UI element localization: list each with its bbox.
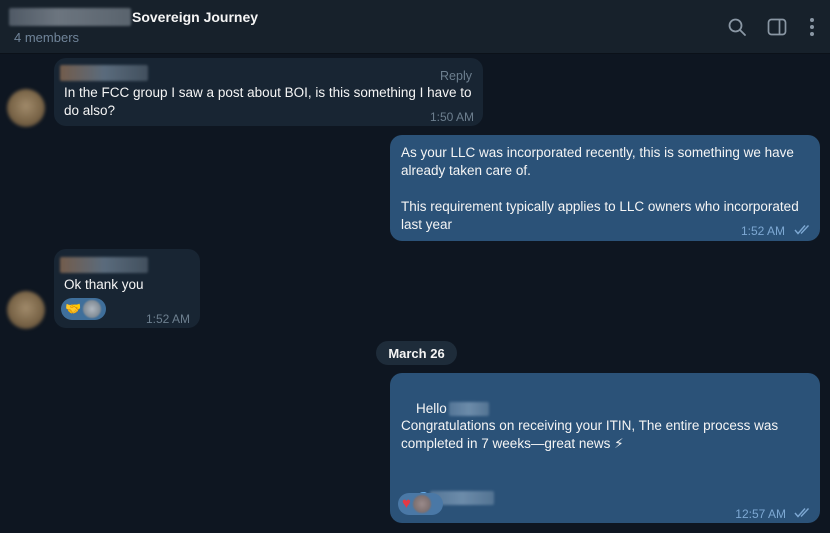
message-time: 1:52 AM [145, 312, 190, 326]
reactor-avatar [83, 300, 102, 318]
reply-button[interactable]: Reply [440, 67, 472, 85]
heart-icon: ♥ [402, 495, 411, 512]
message-bubble: Reply In the FCC group I saw a post abou… [54, 58, 483, 126]
member-count[interactable]: 4 members [14, 30, 79, 45]
redacted-name [448, 402, 489, 417]
message-text: Congratulations on receiving your ITIN, … [401, 418, 782, 451]
greeting-text: Hello [416, 401, 447, 416]
sidebar-toggle-icon[interactable] [765, 15, 789, 39]
avatar[interactable] [7, 291, 45, 329]
reaction-pill[interactable]: ♥ [398, 493, 443, 515]
message-bubble: Ok thank you 🤝 1:52 AM [54, 249, 200, 328]
message-text: Ok thank you [64, 277, 144, 292]
more-options-icon[interactable] [800, 15, 824, 39]
redacted-sender-name [60, 257, 148, 273]
message-time: 1:50 AM [429, 110, 474, 124]
message-time: 1:52 AM [740, 224, 785, 238]
message-bubble: Hello Congratulations on receiving your … [390, 373, 820, 523]
reaction-pill[interactable]: 🤝 [61, 298, 106, 320]
chat-title[interactable]: Sovereign Journey [132, 9, 258, 25]
redacted-sender-name [60, 65, 148, 81]
chat-header: Sovereign Journey 4 members [0, 0, 830, 54]
reactor-avatar [412, 495, 431, 513]
message-text: In the FCC group I saw a post about BOI,… [64, 85, 476, 118]
handshake-icon: 🤝 [65, 301, 82, 316]
message-bubble: As your LLC was incorporated recently, t… [390, 135, 820, 241]
message-time: 12:57 AM [735, 507, 786, 521]
avatar[interactable] [7, 89, 45, 127]
redacted-name [9, 8, 131, 26]
read-checkmarks-icon [794, 225, 810, 235]
read-checkmarks-icon [794, 508, 810, 518]
date-separator: March 26 [376, 341, 457, 365]
search-icon[interactable] [725, 15, 749, 39]
message-text: As your LLC was incorporated recently, t… [401, 145, 799, 232]
